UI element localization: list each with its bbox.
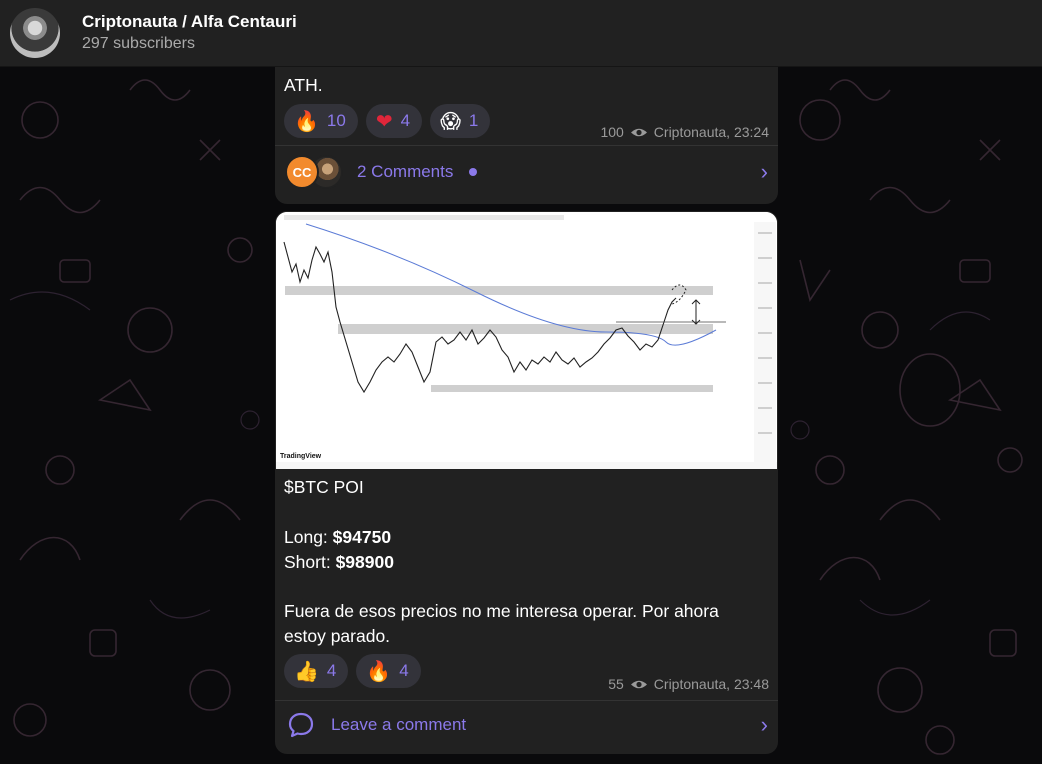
- reactions-bar: 👍 4 🔥 4: [284, 654, 421, 688]
- reaction-fire[interactable]: 🔥 10: [284, 104, 358, 138]
- view-count: 55: [608, 676, 624, 692]
- heart-icon: ❤: [375, 109, 393, 133]
- leave-comment-link[interactable]: Leave a comment ›: [275, 708, 778, 742]
- message-meta: 55 Criptonauta, 23:48: [608, 676, 769, 692]
- reactions-bar: 🔥 10 ❤ 4 😱 1: [284, 104, 491, 138]
- unread-dot: [469, 168, 478, 176]
- short-line: Short: $98900: [284, 550, 394, 575]
- subscriber-count: 297 subscribers: [82, 35, 195, 52]
- reaction-heart[interactable]: ❤ 4: [365, 104, 423, 138]
- short-label: Short:: [284, 552, 331, 572]
- tradingview-watermark: TradingView: [280, 453, 322, 460]
- reaction-fire[interactable]: 🔥 4: [356, 654, 421, 688]
- author-time: Criptonauta, 23:48: [653, 676, 769, 692]
- reaction-count: 4: [326, 661, 337, 680]
- leave-comment-label: Leave a comment: [331, 715, 467, 734]
- channel-info[interactable]: Criptonauta / Alfa Centauri 297 subscrib…: [82, 11, 297, 55]
- long-line: Long: $94750: [284, 525, 391, 550]
- chart-screenshot[interactable]: TradingView: [276, 212, 777, 469]
- price-chart-image: TradingView: [276, 212, 777, 469]
- message-meta: 100 Criptonauta, 23:24: [600, 124, 769, 140]
- reaction-count: 10: [326, 111, 346, 130]
- thumbs-up-icon: 👍: [294, 659, 319, 683]
- message-body: Fuera de esos precios no me interesa ope…: [284, 601, 719, 646]
- comments-link[interactable]: CC 2 Comments ›: [275, 155, 778, 189]
- comments-label: 2 Comments: [357, 162, 454, 181]
- eye-icon: [630, 128, 647, 136]
- message-text: ATH.: [284, 75, 323, 95]
- chevron-right-icon: ›: [760, 712, 768, 737]
- reaction-count: 4: [399, 661, 409, 680]
- reaction-count: 1: [468, 111, 479, 130]
- channel-header[interactable]: Criptonauta / Alfa Centauri 297 subscrib…: [0, 0, 1042, 67]
- long-label: Long:: [284, 527, 328, 547]
- channel-avatar[interactable]: [10, 8, 60, 58]
- fire-icon: 🔥: [366, 659, 392, 683]
- view-count: 100: [600, 124, 624, 140]
- reaction-thumbs-up[interactable]: 👍 4: [284, 654, 349, 688]
- divider: [275, 700, 778, 701]
- fire-icon: 🔥: [294, 109, 319, 133]
- reaction-scream[interactable]: 😱 1: [430, 104, 491, 138]
- divider: [275, 145, 778, 146]
- reaction-count: 4: [400, 111, 411, 130]
- message-bubble: TradingView $BTC POI Long: $94750 Short:…: [275, 211, 778, 754]
- scream-icon: 😱: [440, 109, 461, 133]
- eye-icon: [630, 680, 647, 688]
- comment-bubble-icon: [288, 712, 314, 738]
- post-title: $BTC POI: [284, 477, 364, 497]
- short-value: $98900: [335, 552, 394, 572]
- commenter-avatar: CC: [285, 155, 319, 189]
- message-bubble: ATH. 🔥 10 ❤ 4 😱 1 100 Criptonauta, 23:24…: [275, 67, 778, 204]
- channel-title: Criptonauta / Alfa Centauri: [82, 12, 297, 31]
- long-value: $94750: [332, 527, 392, 547]
- chevron-right-icon: ›: [760, 159, 768, 184]
- author-time: Criptonauta, 23:24: [653, 124, 769, 140]
